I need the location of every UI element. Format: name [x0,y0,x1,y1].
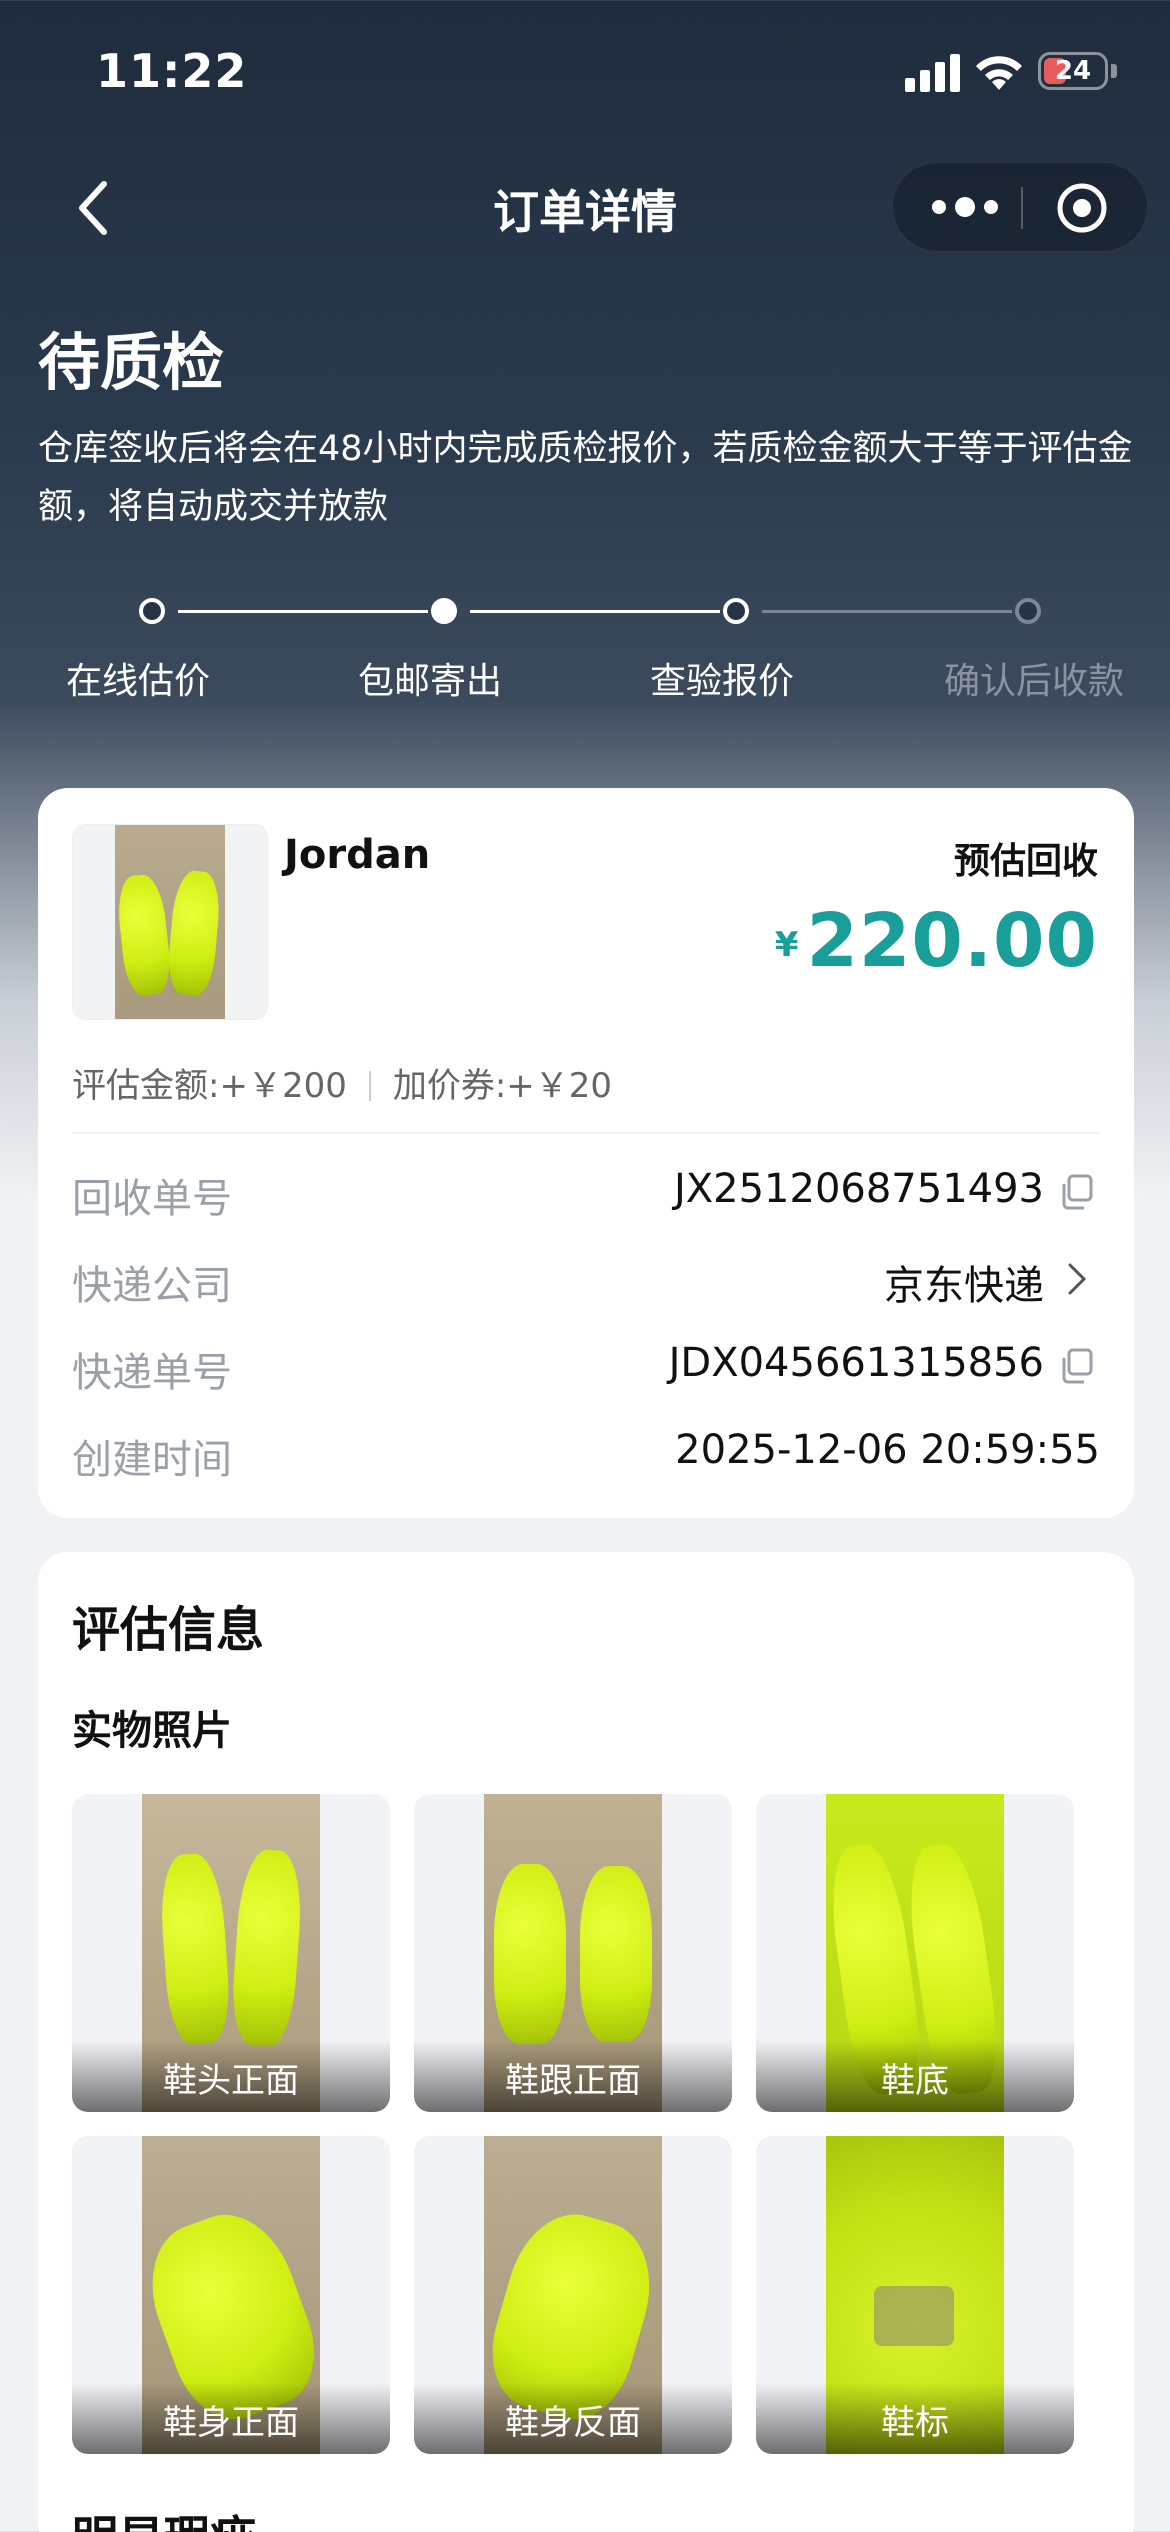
recycle-number-value: JX2512068751493 [673,1166,1044,1212]
currency-symbol: ¥ [774,925,799,965]
more-options-icon[interactable] [927,187,1003,227]
tracking-number-label: 快递单号 [72,1350,232,1396]
courier-value: 京东快递 [884,1263,1044,1309]
cellular-signal-icon [905,52,961,92]
price-breakdown: 评估金额:+￥200 加价券:+￥20 [72,1058,612,1107]
copy-icon[interactable] [1060,1174,1094,1210]
status-time: 11:22 [96,44,248,98]
coupon-amount: 加价券:+￥20 [392,1066,613,1106]
photo-caption: 鞋标 [881,2403,949,2443]
photo-tile[interactable]: 鞋底 [756,1794,1074,2112]
order-status-title: 待质检 [38,326,225,399]
photo-caption: 鞋跟正面 [505,2061,641,2101]
created-time-value: 2025-12-06 20:59:55 [675,1427,1100,1473]
product-name: Jordan [284,832,431,878]
order-status-description: 仓库签收后将会在48小时内完成质检报价，若质检金额大于等于评估金额，将自动成交并… [38,429,1133,527]
step-node-2 [431,598,457,624]
progress-steps: 在线估价 包邮寄出 查验报价 确认后收款 [0,590,1170,702]
photo-tile[interactable]: 鞋身反面 [414,2136,732,2454]
product-thumbnail[interactable] [72,824,268,1020]
defects-section-title: 明显瑕疵 [72,2502,256,2532]
step-label-2: 包邮寄出 [357,661,502,702]
step-node-3 [723,598,749,624]
step-label-3: 查验报价 [649,661,794,702]
evaluation-card: 评估信息 实物照片 鞋头正面 鞋跟正面 鞋底 鞋身正面 鞋身反面 鞋标 [38,1552,1134,2532]
estimate-label: 预估回收 [953,841,1098,882]
recycle-number-row: 回收单号 JX2512068751493 [72,1162,1100,1222]
order-summary-card: Jordan 预估回收 ¥220.00 评估金额:+￥200 加价券:+￥20 回… [38,788,1134,1518]
photo-caption: 鞋底 [881,2061,949,2101]
eval-amount: 评估金额:+￥200 [72,1066,347,1106]
price-value: 220.00 [806,898,1098,984]
evaluation-title: 评估信息 [72,1602,265,1658]
step-node-1 [139,598,165,624]
estimated-price: ¥220.00 [775,898,1098,984]
battery-level: 24 [1054,56,1092,86]
mini-program-capsule [892,162,1148,252]
wifi-icon [976,56,1022,90]
tracking-number-row: 快递单号 JDX045661315856 [72,1336,1100,1396]
created-time-row: 创建时间 2025-12-06 20:59:55 [72,1423,1100,1483]
chevron-right-icon [1068,1263,1087,1295]
photo-caption: 鞋身正面 [163,2403,299,2443]
photo-tile[interactable]: 鞋标 [756,2136,1074,2454]
battery-icon: 24 [1038,52,1108,90]
step-label-4: 确认后收款 [943,661,1124,702]
photo-tile[interactable]: 鞋身正面 [72,2136,390,2454]
courier-row[interactable]: 快递公司 京东快递 [72,1249,1100,1309]
photo-caption: 鞋头正面 [163,2061,299,2101]
courier-label: 快递公司 [72,1263,232,1309]
photo-tile[interactable]: 鞋跟正面 [414,1794,732,2112]
copy-icon[interactable] [1060,1348,1094,1384]
step-label-1: 在线估价 [65,661,210,702]
divider [72,1132,1100,1134]
photos-title: 实物照片 [72,1708,232,1754]
close-mini-program-icon[interactable] [1055,181,1109,235]
created-time-label: 创建时间 [72,1437,232,1483]
photo-caption: 鞋身反面 [505,2403,641,2443]
photo-tile[interactable]: 鞋头正面 [72,1794,390,2112]
status-bar: 11:22 24 [0,0,1170,150]
tracking-number-value: JDX045661315856 [668,1340,1044,1386]
step-node-4 [1015,598,1041,624]
recycle-number-label: 回收单号 [72,1176,232,1222]
